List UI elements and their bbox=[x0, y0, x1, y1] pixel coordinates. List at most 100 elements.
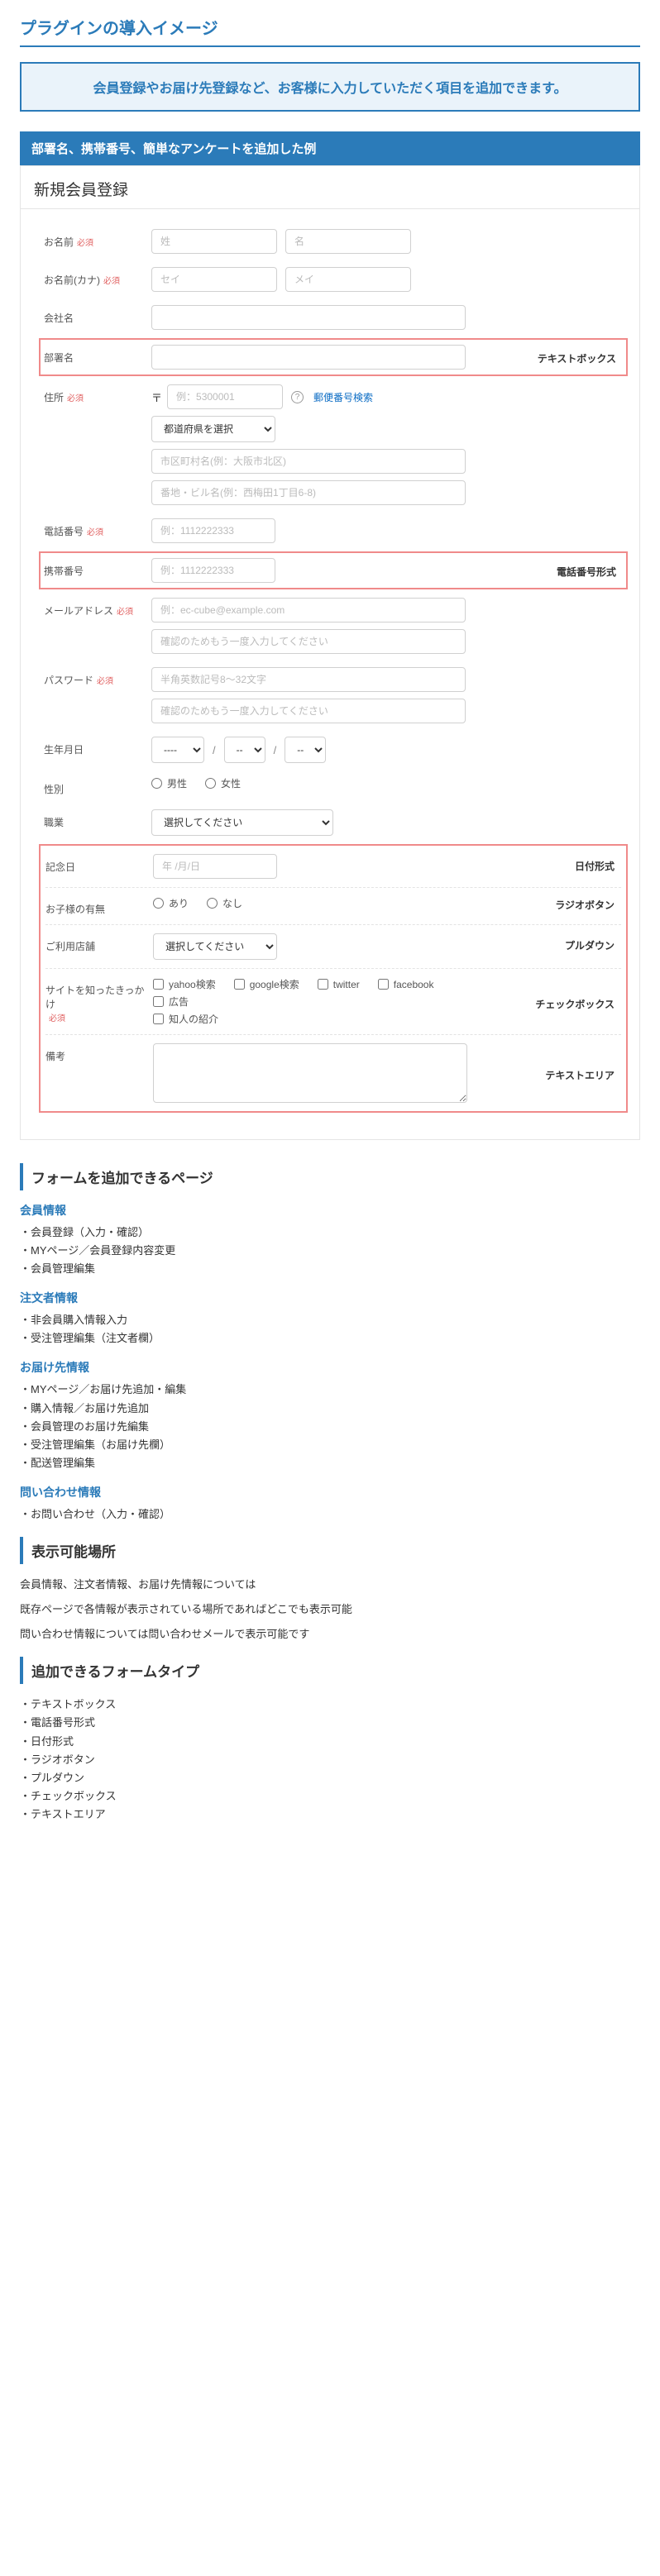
row-name: お名前必須 bbox=[44, 229, 623, 254]
callout-pulldown: プルダウン bbox=[565, 938, 615, 952]
label-shop: ご利用店舗 bbox=[45, 933, 153, 953]
radio-ari[interactable]: あり bbox=[153, 896, 189, 910]
chk-facebook[interactable]: facebook bbox=[378, 977, 434, 991]
callout-dateformat: 日付形式 bbox=[575, 859, 615, 873]
input-zip[interactable] bbox=[167, 384, 283, 409]
label-password: パスワード必須 bbox=[44, 667, 151, 687]
row-job: 職業 選択してください bbox=[44, 809, 623, 836]
row-birthday: 生年月日 ---- / -- / -- bbox=[44, 737, 623, 763]
row-password: パスワード必須 bbox=[44, 667, 623, 723]
label-company: 会社名 bbox=[44, 305, 151, 325]
chk-google[interactable]: google検索 bbox=[234, 977, 299, 991]
input-mobile[interactable] bbox=[151, 558, 275, 583]
label-birthday: 生年月日 bbox=[44, 737, 151, 756]
display-text2: 既存ページで各情報が表示されている場所であればどこでも表示可能 bbox=[20, 1600, 640, 1619]
display-text3: 問い合わせ情報については問い合わせメールで表示可能です bbox=[20, 1625, 640, 1643]
highlight-extras: 記念日 日付形式 お子様の有無 あり なし ラジオボタン ご利用店舗 選択 bbox=[39, 844, 628, 1113]
chk-other[interactable]: 知人の紹介 bbox=[153, 1012, 457, 1026]
list-ship: MYページ／お届け先追加・編集 購入情報／お届け先追加 会員管理のお届け先編集 … bbox=[20, 1381, 640, 1472]
subh-order: 注文者情報 bbox=[20, 1290, 640, 1306]
page-title: プラグインの導入イメージ bbox=[20, 15, 640, 47]
example-header: 部署名、携帯番号、簡単なアンケートを追加した例 bbox=[20, 131, 640, 165]
label-name: お名前必須 bbox=[44, 229, 151, 249]
input-password[interactable] bbox=[151, 667, 466, 692]
row-tel: 電話番号必須 bbox=[44, 518, 623, 543]
row-haschild: お子様の有無 あり なし ラジオボタン bbox=[45, 896, 621, 916]
callout-textarea: テキストエリア bbox=[545, 1068, 615, 1082]
callout-telformat: 電話番号形式 bbox=[557, 565, 616, 579]
row-kana: お名前(カナ)必須 bbox=[44, 267, 623, 292]
required-badge: 必須 bbox=[67, 394, 84, 403]
input-mei-kana[interactable] bbox=[285, 267, 411, 292]
select-month[interactable]: -- bbox=[224, 737, 265, 763]
section-displayable: 表示可能場所 bbox=[20, 1537, 640, 1564]
row-email: メールアドレス必須 bbox=[44, 598, 623, 654]
highlight-busho: 部署名 テキストボックス bbox=[39, 338, 628, 376]
required-badge: 必須 bbox=[97, 677, 113, 686]
chk-ad[interactable]: 広告 bbox=[153, 995, 189, 1009]
input-busho[interactable] bbox=[151, 345, 466, 370]
input-email[interactable] bbox=[151, 598, 466, 623]
section-formtypes: 追加できるフォームタイプ bbox=[20, 1657, 640, 1684]
list-contact: お問い合わせ（入力・確認） bbox=[20, 1505, 640, 1524]
chk-twitter[interactable]: twitter bbox=[318, 977, 360, 991]
select-pref[interactable]: 都道府県を選択 bbox=[151, 416, 275, 442]
input-anniversary[interactable] bbox=[153, 854, 277, 879]
required-badge: 必須 bbox=[117, 608, 133, 617]
zip-prefix: 〒 bbox=[151, 389, 162, 405]
input-city[interactable] bbox=[151, 449, 466, 474]
textarea-memo[interactable] bbox=[153, 1043, 467, 1103]
subh-contact: 問い合わせ情報 bbox=[20, 1484, 640, 1500]
label-kana: お名前(カナ)必須 bbox=[44, 267, 151, 287]
select-day[interactable]: -- bbox=[285, 737, 326, 763]
required-badge: 必須 bbox=[103, 277, 120, 286]
select-shop[interactable]: 選択してください bbox=[153, 933, 277, 960]
required-badge: 必須 bbox=[77, 239, 93, 248]
select-year[interactable]: ---- bbox=[151, 737, 204, 763]
label-haschild: お子様の有無 bbox=[45, 896, 153, 916]
label-gender: 性別 bbox=[44, 776, 151, 796]
link-postal-search[interactable]: 郵便番号検索 bbox=[313, 390, 373, 404]
radio-female[interactable]: 女性 bbox=[205, 776, 241, 790]
radio-male[interactable]: 男性 bbox=[151, 776, 187, 790]
sep: / bbox=[274, 744, 277, 756]
input-company[interactable] bbox=[151, 305, 466, 330]
required-badge: 必須 bbox=[87, 528, 103, 537]
list-formtypes: テキストボックス 電話番号形式 日付形式 ラジオボタン プルダウン チェックボッ… bbox=[20, 1696, 640, 1824]
display-text1: 会員情報、注文者情報、お届け先情報については bbox=[20, 1576, 640, 1594]
chk-yahoo[interactable]: yahoo検索 bbox=[153, 977, 216, 991]
input-mei[interactable] bbox=[285, 229, 411, 254]
input-password-confirm[interactable] bbox=[151, 699, 466, 723]
row-survey: サイトを知ったきっかけ必須 yahoo検索 google検索 twitter f… bbox=[45, 977, 621, 1026]
help-icon[interactable]: ? bbox=[291, 391, 304, 403]
select-job[interactable]: 選択してください bbox=[151, 809, 333, 836]
input-sei[interactable] bbox=[151, 229, 277, 254]
sep: / bbox=[213, 744, 216, 756]
input-sei-kana[interactable] bbox=[151, 267, 277, 292]
label-email: メールアドレス必須 bbox=[44, 598, 151, 618]
intro-box: 会員登録やお届け先登録など、お客様に入力していただく項目を追加できます。 bbox=[20, 62, 640, 112]
list-order: 非会員購入情報入力 受注管理編集（注文者欄） bbox=[20, 1311, 640, 1348]
radio-nashi[interactable]: なし bbox=[207, 896, 242, 910]
input-street[interactable] bbox=[151, 480, 466, 505]
form-title: 新規会員登録 bbox=[21, 166, 639, 209]
list-member: 会員登録（入力・確認） MYページ／会員登録内容変更 会員管理編集 bbox=[20, 1224, 640, 1278]
label-mobile: 携帯番号 bbox=[44, 558, 151, 578]
label-memo: 備考 bbox=[45, 1043, 153, 1063]
row-address: 住所必須 〒 ? 郵便番号検索 都道府県を選択 bbox=[44, 384, 623, 505]
section-addpages: フォームを追加できるページ bbox=[20, 1163, 640, 1190]
input-email-confirm[interactable] bbox=[151, 629, 466, 654]
label-job: 職業 bbox=[44, 809, 151, 829]
input-tel[interactable] bbox=[151, 518, 275, 543]
callout-radiobtn: ラジオボタン bbox=[555, 898, 615, 912]
required-badge: 必須 bbox=[49, 1014, 65, 1023]
form-panel: 新規会員登録 お名前必須 お名前(カナ)必須 会社名 bbox=[20, 165, 640, 1140]
row-anniversary: 記念日 日付形式 bbox=[45, 854, 621, 879]
subh-member: 会員情報 bbox=[20, 1202, 640, 1219]
callout-textbox: テキストボックス bbox=[538, 351, 616, 365]
highlight-mobile: 携帯番号 電話番号形式 bbox=[39, 551, 628, 589]
label-anniversary: 記念日 bbox=[45, 854, 153, 874]
label-busho: 部署名 bbox=[44, 345, 151, 365]
callout-checkbox: チェックボックス bbox=[535, 997, 615, 1011]
row-gender: 性別 男性 女性 bbox=[44, 776, 623, 796]
